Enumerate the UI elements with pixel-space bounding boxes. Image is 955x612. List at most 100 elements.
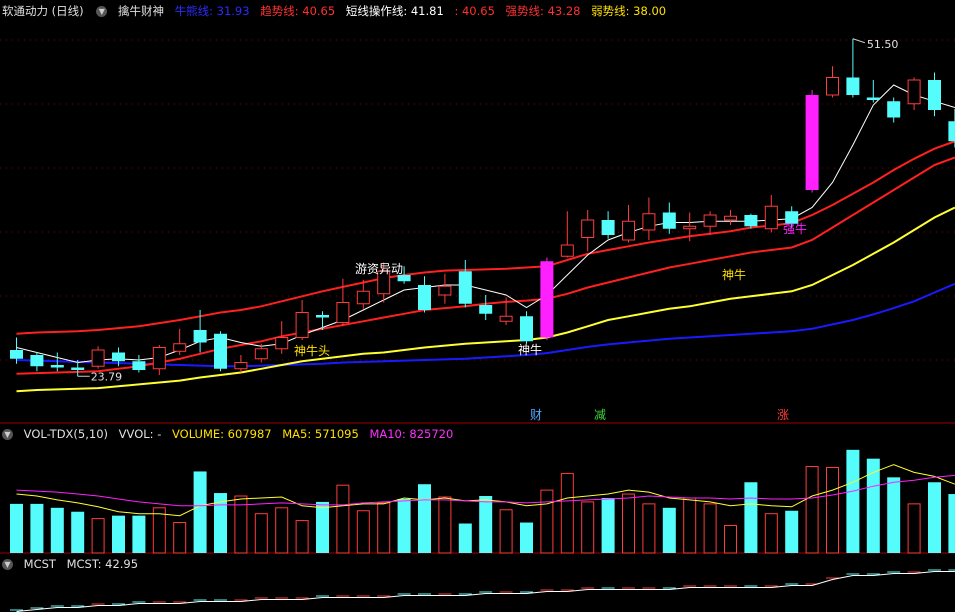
volume-bar [132, 515, 146, 553]
event-marker: 涨 [777, 407, 789, 422]
candle-body [30, 355, 44, 367]
volume-bar [50, 507, 64, 553]
candle-body [703, 214, 717, 227]
legend-strong: 强势线: 43.28 [505, 4, 581, 18]
candle-body [887, 101, 901, 118]
stock-title: 软通动力 (日线) [2, 4, 84, 18]
candle-body [275, 337, 289, 350]
signal-label: 强牛 [783, 221, 807, 236]
volume-bar [438, 496, 452, 554]
volume-bar [499, 509, 513, 554]
candle-body [316, 315, 329, 318]
event-marker: 财 [530, 408, 542, 422]
candle-body [336, 302, 350, 323]
candle-body [826, 77, 839, 96]
volume-bar [275, 507, 289, 554]
candle-body [540, 261, 554, 338]
candle-body [866, 97, 880, 100]
candle-body [764, 205, 778, 230]
volume-bar [703, 503, 717, 554]
settings-circle-icon[interactable]: ▼ [2, 429, 13, 440]
volume-bar [785, 510, 799, 553]
candle-body [50, 365, 64, 368]
legend-bull-bear: 牛熊线: 31.93 [174, 4, 250, 18]
candle-body [132, 361, 146, 370]
volume-bar [397, 498, 411, 553]
legend-weak: 弱势线: 38.00 [591, 4, 667, 18]
candle-body [601, 220, 615, 235]
volume-bar [30, 503, 44, 553]
volume-bar [336, 484, 350, 554]
candle-body [581, 219, 595, 238]
candle-body [622, 220, 635, 241]
volume-bar [560, 472, 574, 554]
volume-bar [356, 510, 370, 554]
chart-annotations: 游资异动神牛头 神牛神牛强牛财减涨51.5023.79 [77, 38, 898, 422]
volume-bar [377, 502, 391, 554]
candle-body [418, 285, 431, 310]
candle-body [499, 315, 513, 322]
legend-trend: 趋势线: 40.65 [260, 4, 336, 18]
mcst-panel [10, 569, 955, 612]
candle-body [254, 348, 268, 360]
volume-bar [295, 520, 309, 554]
candle-body [214, 333, 227, 369]
volume-bar [254, 513, 268, 554]
volume-bar [846, 449, 860, 553]
candle-body [234, 362, 248, 370]
candle-body [152, 347, 166, 370]
high-pointer [852, 38, 866, 44]
candle-body [948, 121, 955, 142]
indicator-name: 擒牛财神 [117, 4, 164, 18]
volume-bar [948, 494, 955, 553]
volume-bar [91, 518, 105, 554]
volume-bar [540, 489, 554, 554]
candle-body [846, 77, 860, 95]
candle-body [479, 305, 493, 314]
candle-body [744, 215, 758, 227]
volume-bar [662, 507, 676, 553]
candle-body [724, 215, 737, 221]
mcst-value: MCST: 42.95 [66, 557, 139, 571]
volume-bar [907, 503, 921, 554]
volume-bar [887, 477, 901, 553]
candle-body [683, 225, 697, 230]
volume-bar [173, 522, 187, 554]
volume-bar [316, 501, 329, 553]
volume-indicator-name: VOL-TDX(5,10) [23, 427, 109, 441]
volume-bar [10, 503, 23, 553]
volume-bar [805, 466, 819, 554]
low-price-label: 23.79 [91, 370, 123, 383]
volume-bar [601, 497, 615, 553]
mcst-name: MCST [23, 557, 56, 571]
candlestick-series [10, 38, 955, 377]
mcst-header: ▼ MCST MCST: 42.95 [0, 555, 145, 573]
signal-label: 神牛 [722, 267, 746, 282]
candle-body [662, 212, 676, 229]
volume-bar [622, 493, 635, 554]
volume-ma10: MA10: 825720 [369, 427, 454, 441]
volume-vvol: VVOL: - [118, 427, 162, 441]
volume-bar [826, 467, 839, 554]
volume-bar [479, 496, 493, 553]
volume-bar [642, 503, 656, 554]
volume-header: ▼ VOL-TDX(5,10) VVOL: - VOLUME: 607987 M… [0, 425, 460, 443]
volume-bar [520, 522, 533, 553]
stock-chart-canvas[interactable]: 游资异动神牛头 神牛神牛强牛财减涨51.5023.79 [0, 0, 955, 612]
candle-body [520, 316, 533, 342]
main-chart-header: 软通动力 (日线) ▼ 擒牛财神 牛熊线: 31.93 趋势线: 40.65 短… [0, 2, 673, 20]
settings-circle-icon[interactable]: ▼ [96, 6, 108, 17]
settings-circle-icon[interactable]: ▼ [2, 559, 13, 570]
candle-body [805, 95, 819, 190]
candle-body [112, 352, 125, 362]
volume-bar [193, 471, 207, 553]
volume-bar [581, 501, 595, 554]
volume-bar [458, 523, 472, 553]
candle-body [295, 312, 309, 338]
candle-body [907, 79, 921, 105]
legend-short-line: 短线操作线: 41.81 [345, 4, 444, 18]
volume-bar [418, 484, 431, 553]
candle-body [642, 213, 656, 231]
signal-label: 游资异动 [355, 262, 403, 276]
candle-body [91, 349, 105, 367]
